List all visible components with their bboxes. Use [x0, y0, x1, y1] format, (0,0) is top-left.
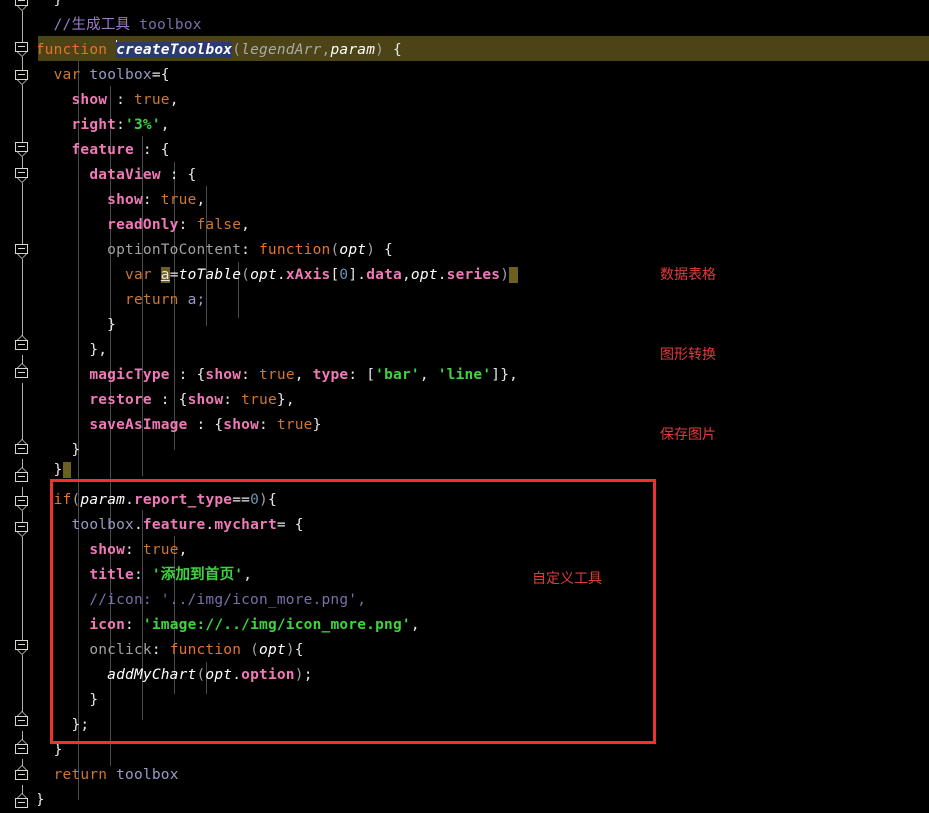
code-content[interactable]: } //生成工具 toolbox function createToolbox(…	[0, 0, 929, 812]
fold-marker-icon[interactable]	[15, 142, 30, 157]
fold-marker-icon[interactable]	[15, 640, 30, 655]
fold-region-line	[22, 0, 23, 812]
code-line[interactable]: }	[0, 0, 929, 13]
annotation-data-table: 数据表格	[660, 267, 716, 283]
code-line[interactable]: dataView : {	[0, 163, 929, 188]
code-line[interactable]: magicType : {show: true, type: ['bar', '…	[0, 363, 929, 388]
fold-marker-icon[interactable]	[15, 335, 30, 355]
code-line[interactable]: show: true,	[0, 538, 929, 563]
code-line[interactable]: title: '添加到首页',	[0, 563, 929, 588]
code-line[interactable]: show: true,	[0, 188, 929, 213]
code-line[interactable]: if(param.report_type==0){	[0, 488, 929, 513]
code-line[interactable]: }	[0, 313, 929, 338]
code-line[interactable]: },	[0, 338, 929, 363]
fold-marker-icon[interactable]	[15, 244, 30, 259]
code-line[interactable]: }	[0, 458, 929, 483]
code-line[interactable]: };	[0, 713, 929, 738]
fold-marker-icon[interactable]	[15, 168, 30, 183]
code-line[interactable]: feature : {	[0, 138, 929, 163]
fold-marker-icon[interactable]	[15, 467, 30, 487]
code-line[interactable]: optionToContent: function(opt) {	[0, 238, 929, 263]
fold-marker-icon[interactable]	[15, 496, 30, 511]
code-line[interactable]: addMyChart(opt.option);	[0, 663, 929, 688]
code-line[interactable]: }	[0, 688, 929, 713]
code-line[interactable]: onclick: function (opt){	[0, 638, 929, 663]
annotation-save-image: 保存图片	[660, 427, 716, 443]
code-line[interactable]: }	[0, 788, 929, 813]
code-line[interactable]: return toolbox	[0, 763, 929, 788]
code-editor[interactable]: } //生成工具 toolbox function createToolbox(…	[0, 0, 929, 813]
code-line[interactable]: //icon: '../img/icon_more.png',	[0, 588, 929, 613]
fold-marker-icon[interactable]	[15, 711, 30, 731]
fold-marker-icon[interactable]	[15, 765, 30, 785]
code-line[interactable]: //生成工具 toolbox	[0, 13, 929, 38]
code-line[interactable]: right:'3%',	[0, 113, 929, 138]
fold-marker-icon[interactable]	[15, 0, 30, 11]
fold-marker-icon[interactable]	[15, 42, 30, 57]
fold-marker-icon[interactable]	[15, 70, 30, 85]
fold-marker-icon[interactable]	[15, 363, 30, 383]
code-line[interactable]: toolbox.feature.mychart= {	[0, 513, 929, 538]
editor-gutter[interactable]	[0, 0, 38, 813]
fold-marker-icon[interactable]	[15, 439, 30, 459]
annotation-chart-switch: 图形转换	[660, 347, 716, 363]
code-line[interactable]: readOnly: false,	[0, 213, 929, 238]
fold-marker-icon[interactable]	[15, 739, 30, 759]
code-line[interactable]: restore : {show: true},	[0, 388, 929, 413]
code-line[interactable]: show : true,	[0, 88, 929, 113]
fold-marker-icon[interactable]	[15, 522, 30, 537]
fold-marker-icon[interactable]	[15, 793, 30, 813]
code-line[interactable]: return a;	[0, 288, 929, 313]
code-line-function-decl[interactable]: function createToolbox(legendArr,param) …	[0, 38, 929, 63]
code-line[interactable]: icon: 'image://../img/icon_more.png',	[0, 613, 929, 638]
code-line[interactable]: var a=toTable(opt.xAxis[0].data,opt.seri…	[0, 263, 929, 288]
code-line[interactable]: }	[0, 738, 929, 763]
code-line[interactable]: saveAsImage : {show: true}	[0, 413, 929, 438]
annotation-custom-tool: 自定义工具	[532, 571, 602, 587]
code-line[interactable]: var toolbox={	[0, 63, 929, 88]
